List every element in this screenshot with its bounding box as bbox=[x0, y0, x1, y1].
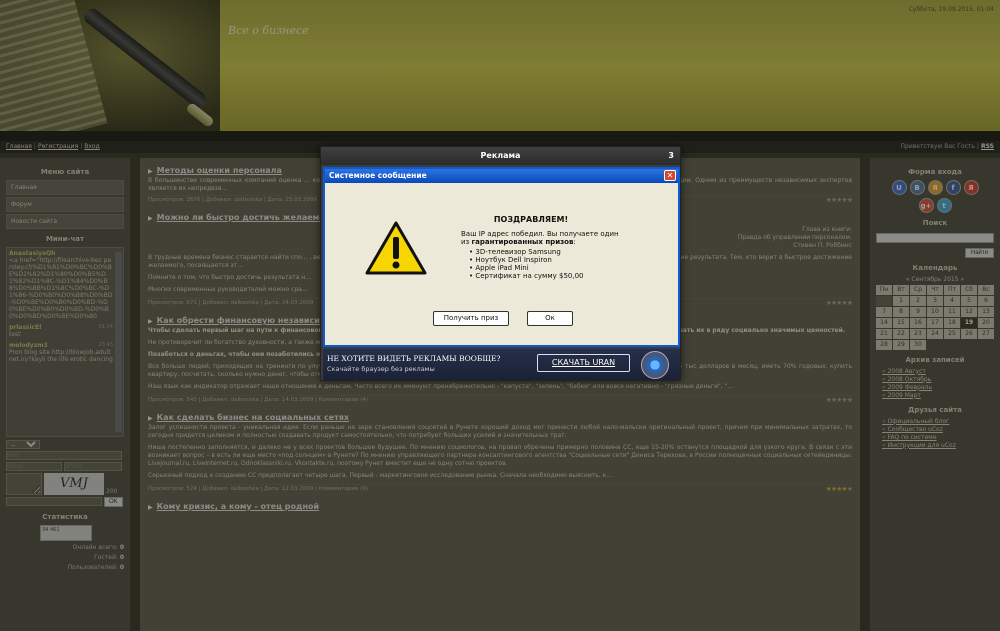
dialog-titlebar: Системное сообщение ✕ bbox=[325, 169, 678, 183]
dialog-heading: ПОЗДРАВЛЯЕМ! bbox=[493, 215, 569, 224]
browser-ad-banner: НЕ ХОТИТЕ ВИДЕТЬ РЕКЛАМЫ ВООБЩЕ? Скачайт… bbox=[323, 349, 680, 380]
dialog-title: Системное сообщение bbox=[329, 171, 427, 180]
banner-subtitle: Скачайте браузер без рекламы bbox=[327, 365, 435, 373]
ad-header-title: Реклама bbox=[480, 151, 521, 160]
dialog-line: Ваш IP адрес победил. Вы получаете один bbox=[461, 230, 619, 238]
ok-button[interactable]: Ок bbox=[527, 311, 573, 326]
ad-header: Реклама 3 bbox=[321, 147, 680, 165]
system-dialog: Системное сообщение ✕ ПОЗДРАВЛЯЕМ! Ваш I… bbox=[323, 167, 680, 347]
prize-item: Сертификат на сумму $50,00 bbox=[469, 272, 661, 280]
dialog-content: ПОЗДРАВЛЯЕМ! Ваш IP адрес победил. Вы по… bbox=[461, 215, 661, 280]
prize-item: 3D-телевизор Samsung bbox=[469, 248, 661, 256]
banner-title: НЕ ХОТИТЕ ВИДЕТЬ РЕКЛАМЫ ВООБЩЕ? bbox=[327, 354, 501, 363]
uran-logo-icon bbox=[641, 351, 669, 379]
prize-item: Apple iPad Mini bbox=[469, 264, 661, 272]
prize-list: 3D-телевизор Samsung Ноутбук Dell Inspir… bbox=[461, 248, 661, 280]
dialog-line: из гарантированных призов: bbox=[461, 238, 576, 246]
ad-popup: Реклама 3 Системное сообщение ✕ ПОЗДРАВЛ… bbox=[320, 146, 681, 381]
prize-item: Ноутбук Dell Inspiron bbox=[469, 256, 661, 264]
download-uran-button[interactable]: СКАЧАТЬ URAN bbox=[537, 354, 630, 372]
ad-countdown: 3 bbox=[668, 151, 674, 160]
close-icon[interactable]: ✕ bbox=[664, 170, 676, 181]
warning-icon bbox=[365, 221, 427, 275]
get-prize-button[interactable]: Получить приз bbox=[433, 311, 509, 326]
